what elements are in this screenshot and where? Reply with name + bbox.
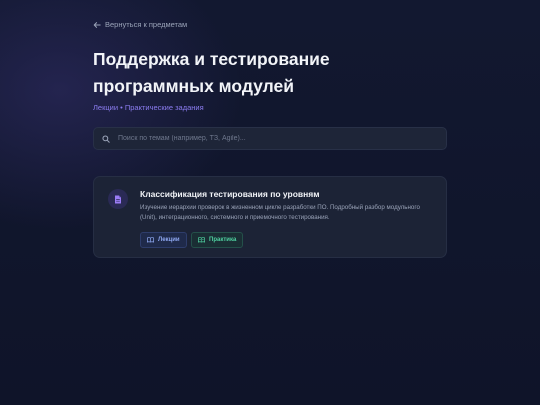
document-icon (115, 195, 121, 203)
practice-button[interactable]: Практика (191, 232, 244, 248)
practice-button-label: Практика (209, 237, 237, 243)
back-link-label: Вернуться к предметам (105, 20, 188, 29)
back-link[interactable]: Вернуться к предметам (93, 20, 187, 29)
book-icon (198, 237, 205, 243)
search-bar (93, 127, 447, 150)
topic-description: Изучение иерархии проверок в жизненном ц… (140, 204, 420, 221)
lecture-button[interactable]: Лекции (140, 232, 187, 248)
page-title: Поддержка и тестирование программных мод… (93, 49, 330, 96)
topic-icon-badge (108, 189, 128, 209)
lecture-button-label: Лекции (158, 237, 180, 243)
arrow-left-icon (93, 21, 101, 28)
topic-card[interactable]: Классификация тестирования по уровням Из… (93, 176, 447, 258)
search-input[interactable] (118, 135, 438, 142)
page-subtitle: Лекции • Практические задания (93, 103, 204, 112)
book-open-icon (147, 237, 154, 243)
search-icon (102, 134, 110, 143)
topic-title: Классификация тестирования по уровням (140, 189, 320, 199)
